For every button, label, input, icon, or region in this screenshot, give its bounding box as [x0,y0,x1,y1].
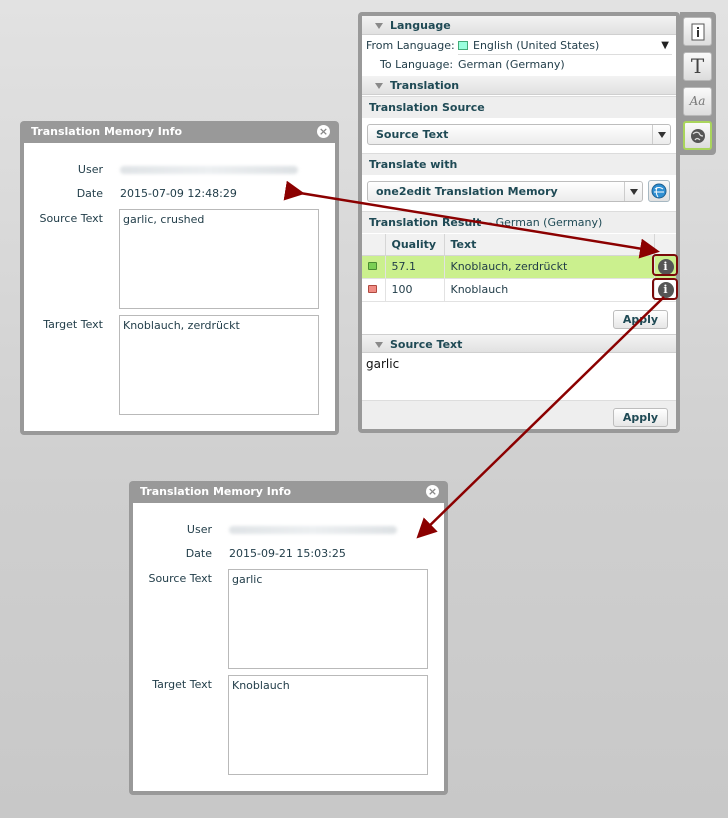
quality-cell: 57.1 [385,255,445,279]
info-tool-button[interactable] [683,17,712,46]
globe-icon [690,129,705,143]
translation-result-language: - German (Germany) [488,216,603,229]
target-text-box[interactable]: Knoblauch [228,675,428,775]
target-text-box[interactable]: Knoblauch, zerdrückt [119,315,319,415]
from-language-label: From Language: [366,39,455,52]
collapse-triangle-icon [375,83,383,89]
status-indicator-icon [368,285,377,293]
source-text-value[interactable]: garlic [366,357,399,371]
translation-source-heading: Translation Source [362,96,676,118]
quality-cell: 100 [385,278,445,302]
translation-section-title: Translation [390,79,460,92]
date-label: Date [185,547,212,560]
user-label: User [77,163,103,176]
text-column-header[interactable]: Text [444,234,655,256]
dropdown-arrow-icon[interactable] [652,125,670,144]
info-document-icon [691,23,704,41]
status-cell [362,255,386,279]
source-text-box[interactable]: garlic, crushed [119,209,319,309]
table-header-row: Quality Text [362,234,676,256]
translation-source-value: Source Text [376,128,449,141]
date-value: 2015-07-09 12:48:29 [120,187,237,200]
from-language-value: English (United States) [473,39,600,52]
translation-result-heading: Translation Result - German (Germany) [362,211,676,233]
translation-tool-button[interactable] [683,121,712,150]
apply-translation-button[interactable]: Apply [613,310,668,329]
globe-translate-icon [651,183,667,199]
source-text-label: Source Text [39,212,103,225]
dialog-title: Translation Memory Info [140,485,292,498]
info-column-header [654,234,676,256]
translation-result-title: Translation Result [369,216,482,229]
language-section-title: Language [390,19,451,32]
to-language-value: German (Germany) [458,58,565,71]
close-icon[interactable]: × [426,485,439,498]
table-row[interactable]: 100 Knoblauch i [362,278,676,302]
status-indicator-icon [368,262,377,270]
info-highlight-ring [652,278,678,300]
language-section-header[interactable]: Language [362,16,676,35]
user-value-blurred [120,166,298,174]
text-tool-button[interactable]: T [683,52,712,81]
translate-globe-button[interactable] [648,180,670,202]
to-language-label: To Language: [380,58,454,71]
collapse-triangle-icon [375,23,383,29]
dropdown-arrow-icon[interactable]: ▼ [661,37,669,55]
translation-panel-body: Language From Language: English (United … [362,16,676,429]
user-value-blurred [229,526,397,534]
dropdown-arrow-icon[interactable] [624,182,642,201]
font-tool-button[interactable]: Aa [683,87,712,116]
tm-info-dialog: Translation Memory Info × User Date 2015… [129,481,448,795]
status-cell [362,278,386,302]
translation-section-header[interactable]: Translation [362,76,676,95]
side-toolbar: T Aa [680,12,716,155]
close-icon[interactable]: × [317,125,330,138]
target-text-label: Target Text [43,318,103,331]
target-text-label: Target Text [152,678,212,691]
translate-with-heading: Translate with [362,153,676,175]
translation-panel: Language From Language: English (United … [358,12,680,433]
dialog-body: User Date 2015-09-21 15:03:25 Source Tex… [133,503,444,791]
dialog-body: User Date 2015-07-09 12:48:29 Source Tex… [24,143,335,431]
translate-with-value: one2edit Translation Memory [376,185,558,198]
apply-source-button[interactable]: Apply [613,408,668,427]
source-text-section-header[interactable]: Source Text [362,334,676,353]
translation-result-table: Quality Text 57.1 Knoblauch, zerdrückt i… [362,234,676,302]
source-text-section-title: Source Text [390,338,463,351]
text-cell: Knoblauch [444,278,655,302]
font-aa-icon: Aa [689,94,706,108]
text-t-icon: T [690,54,705,78]
collapse-triangle-icon [375,342,383,348]
text-cell: Knoblauch, zerdrückt [444,255,655,279]
tm-info-dialog: Translation Memory Info × User Date 2015… [20,121,339,435]
table-row[interactable]: 57.1 Knoblauch, zerdrückt i [362,255,676,279]
flag-icon [458,41,468,50]
quality-column-header[interactable]: Quality [385,234,445,256]
from-language-select[interactable]: English (United States) ▼ [458,37,672,55]
translation-source-select[interactable]: Source Text [367,124,671,145]
translate-with-select[interactable]: one2edit Translation Memory [367,181,643,202]
source-text-box[interactable]: garlic [228,569,428,669]
source-text-label: Source Text [148,572,212,585]
status-column-header [362,234,386,256]
user-label: User [186,523,212,536]
date-value: 2015-09-21 15:03:25 [229,547,346,560]
date-label: Date [76,187,103,200]
info-highlight-ring [652,254,678,276]
dialog-title: Translation Memory Info [31,125,183,138]
